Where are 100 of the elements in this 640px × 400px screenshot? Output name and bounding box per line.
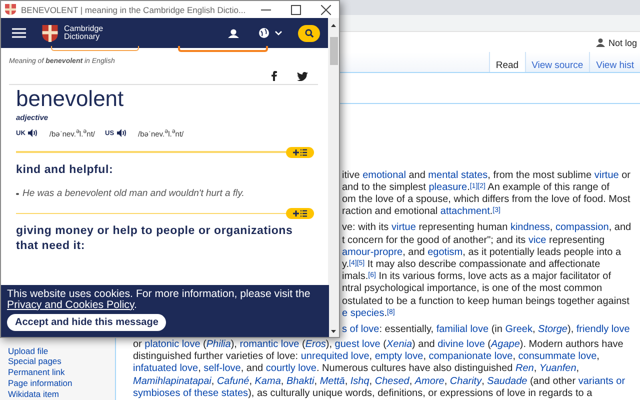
speaker-icon[interactable] xyxy=(28,129,38,138)
sidebar-link[interactable]: Special pages xyxy=(8,356,115,368)
page-tab[interactable]: Read xyxy=(488,52,525,72)
article-text-line: or platonic love (Philia), romantic love (Eros), guest love (Xenia) and divine love (Agape). Modern authors have xyxy=(133,339,624,352)
article-link[interactable]: consummate love xyxy=(518,351,597,362)
user-status[interactable]: Not log xyxy=(596,38,637,48)
article-link[interactable]: courtly love xyxy=(266,363,316,374)
article-text-line: symbioses of these states), as culturally unique words, definitions, or expressions of love in regards to a xyxy=(133,388,594,400)
article-text-line: e species.$^{[8]}$ xyxy=(342,308,396,320)
scrollbar-thumb[interactable] xyxy=(330,37,338,65)
article-text-line: raction and emotional attachment.$^{[3]}$ xyxy=(342,206,502,218)
article-link[interactable]: Mettā xyxy=(320,376,345,387)
article-link[interactable]: self-love xyxy=(204,363,241,374)
page-tab[interactable]: View source xyxy=(524,52,590,72)
search-button[interactable] xyxy=(298,24,320,42)
sidebar-link[interactable]: Wikidata item xyxy=(8,388,115,400)
twitter-icon[interactable] xyxy=(297,72,308,80)
article-link[interactable]: Mamihlapinatapai xyxy=(133,376,212,387)
article-link[interactable]: amour-propre xyxy=(342,246,403,258)
headword: benevolent xyxy=(15,86,125,112)
article-link[interactable]: Saudade xyxy=(487,376,528,387)
article-link[interactable]: compassion xyxy=(555,222,609,234)
scroll-up-icon[interactable] xyxy=(331,24,336,27)
article-link[interactable]: Xenia xyxy=(386,339,412,350)
article-text-line: itive emotional and mental states, from the most sublime virtue or xyxy=(342,170,632,182)
definition-text: kind and helpful: xyxy=(15,162,114,178)
article-link[interactable]: Ishq xyxy=(350,376,370,387)
reference-link[interactable]: [8] xyxy=(387,308,395,316)
article-link[interactable]: emotional xyxy=(362,170,406,181)
chevron-down-icon[interactable] xyxy=(275,30,282,36)
menu-icon[interactable] xyxy=(12,28,26,38)
article-link[interactable]: egotism xyxy=(428,246,463,258)
article-text-line: t concern for the good of another"; and its vice representing xyxy=(342,234,606,247)
close-icon[interactable] xyxy=(321,4,331,14)
article-link[interactable]: unrequited love xyxy=(300,351,370,362)
article-link[interactable]: Greek xyxy=(505,324,532,335)
article-text-line: y.$^{[4][5]}$ It may also describe compassionate and affectionate xyxy=(342,258,602,272)
scroll-down-icon[interactable] xyxy=(331,330,336,333)
article-link[interactable]: companionate love xyxy=(428,351,513,362)
article-link[interactable]: Eros xyxy=(305,339,326,350)
search-icon xyxy=(304,28,314,38)
article-link[interactable]: pleasure xyxy=(428,182,468,193)
article-text-line: om the love of a spouse, which differs from the love of food. Most xyxy=(342,194,632,206)
bullet-icon xyxy=(16,192,18,195)
sidebar-link[interactable]: Permanent link xyxy=(8,367,115,378)
globe-icon[interactable] xyxy=(259,28,269,38)
article-link[interactable]: e species xyxy=(342,308,384,319)
article-link[interactable]: guest love xyxy=(334,339,380,350)
maximize-icon[interactable] xyxy=(291,4,301,14)
article-link[interactable]: Yuanfen xyxy=(539,363,576,374)
article-link[interactable]: Cafuné xyxy=(216,376,250,387)
article-link[interactable]: Amore xyxy=(414,376,444,387)
article-link[interactable]: s of love xyxy=(342,324,380,335)
article-link[interactable]: mental states xyxy=(428,170,488,181)
article-link[interactable]: symbioses of these states xyxy=(133,388,248,399)
article-link[interactable]: virtue xyxy=(391,222,416,234)
sidebar-link[interactable]: Page information xyxy=(8,378,115,389)
article-link[interactable]: Agape xyxy=(491,339,520,350)
crest-icon xyxy=(42,24,58,42)
article-link[interactable]: Storge xyxy=(538,324,568,335)
article-text-line: ostulated to be a function to keep human beings together against xyxy=(342,296,630,308)
facebook-icon[interactable] xyxy=(271,71,277,81)
article-link[interactable]: friendly love xyxy=(576,324,630,335)
article-link[interactable]: divine love xyxy=(438,339,485,350)
speaker-icon[interactable] xyxy=(117,129,128,138)
article-link[interactable]: familial love xyxy=(436,324,489,335)
logo-text[interactable]: Cambridge xyxy=(64,25,104,33)
article-link[interactable]: Kama xyxy=(254,376,281,387)
article-text-line: ve: with its virtue representing human kindness, compassion, and xyxy=(342,222,632,235)
article-text-line: imals.$^{[6]}$ In its various forms, love acts as a major facilitator of xyxy=(342,271,612,284)
article-link[interactable]: Philia xyxy=(206,339,231,350)
article-text-line: infatuated love, self-love, and courtly love. Numerous cultures have also distinguished Ren, Yuanfen, xyxy=(133,363,580,376)
reference-link[interactable]: .$^{[3]}$ xyxy=(490,206,500,218)
article-link[interactable]: virtue xyxy=(594,170,619,181)
reference-link[interactable]: [4][5] xyxy=(349,260,365,267)
article-link[interactable]: kindness xyxy=(510,222,550,234)
article-link[interactable]: attachment xyxy=(440,206,490,218)
page-tab[interactable]: View hist xyxy=(589,52,640,72)
article-link[interactable]: infatuated love xyxy=(133,363,198,374)
article-link[interactable]: Ren xyxy=(515,363,534,374)
reference-link[interactable]: [6] xyxy=(368,272,376,280)
user-status-text[interactable]: Not log xyxy=(608,38,637,48)
reference-link[interactable]: .$^{[1][2]}$ xyxy=(467,182,486,193)
article-link[interactable]: empty love xyxy=(374,351,424,362)
article-link[interactable]: Chesed xyxy=(374,376,410,387)
add-to-list-button[interactable] xyxy=(286,146,314,158)
article-link[interactable]: variants or xyxy=(578,376,626,387)
add-to-list-button[interactable] xyxy=(286,208,314,219)
user-icon[interactable] xyxy=(228,28,239,38)
crest-icon xyxy=(5,4,16,15)
sidebar-link[interactable]: Upload file xyxy=(8,346,115,356)
article-link[interactable]: vice xyxy=(528,234,546,246)
accept-cookies-button[interactable]: Accept and hide this message xyxy=(7,314,166,331)
article-link[interactable]: platonic love xyxy=(144,339,200,350)
article-link[interactable]: Charity xyxy=(450,376,482,387)
article-link[interactable]: romantic love xyxy=(240,339,300,350)
privacy-policy-link[interactable]: Privacy and Cookies Policy xyxy=(7,298,134,310)
logo-text[interactable]: Dictionary xyxy=(64,33,104,41)
article-link[interactable]: Bhakti xyxy=(286,376,314,387)
article-text-line: and to the simplest pleasure.$^{[1][2]}$ An example of this range of xyxy=(342,182,610,194)
